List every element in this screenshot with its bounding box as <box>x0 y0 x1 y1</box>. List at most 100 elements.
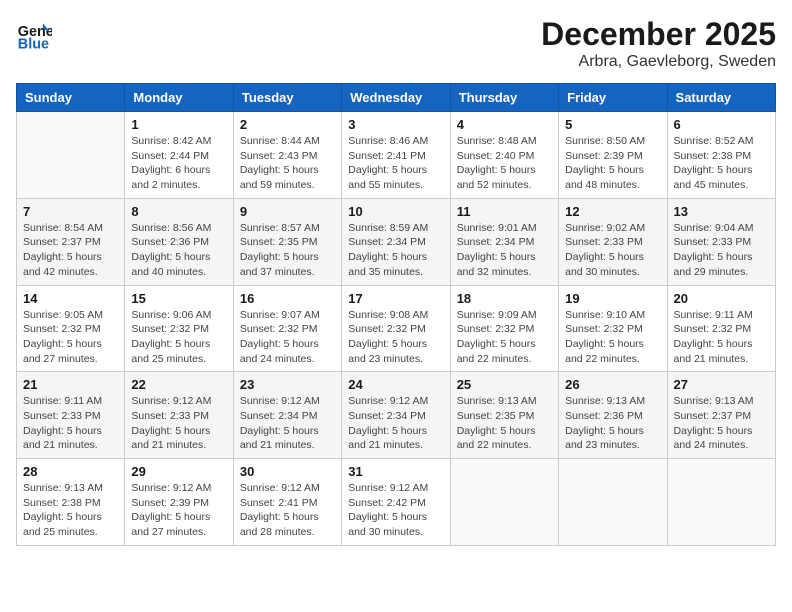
day-detail: Sunrise: 8:57 AMSunset: 2:35 PMDaylight:… <box>240 221 335 280</box>
day-detail: Sunrise: 9:01 AMSunset: 2:34 PMDaylight:… <box>457 221 552 280</box>
day-detail: Sunrise: 9:06 AMSunset: 2:32 PMDaylight:… <box>131 308 226 367</box>
day-number: 1 <box>131 117 226 132</box>
calendar-cell: 12 Sunrise: 9:02 AMSunset: 2:33 PMDayligh… <box>559 198 667 285</box>
calendar-cell: 13 Sunrise: 9:04 AMSunset: 2:33 PMDayligh… <box>667 198 775 285</box>
calendar-cell <box>17 112 125 199</box>
title-area: December 2025 Arbra, Gaevleborg, Sweden <box>541 16 776 71</box>
location-title: Arbra, Gaevleborg, Sweden <box>541 53 776 71</box>
calendar-cell: 19 Sunrise: 9:10 AMSunset: 2:32 PMDayligh… <box>559 285 667 372</box>
day-number: 12 <box>565 204 660 219</box>
calendar-cell: 17 Sunrise: 9:08 AMSunset: 2:32 PMDayligh… <box>342 285 450 372</box>
day-detail: Sunrise: 9:11 AMSunset: 2:32 PMDaylight:… <box>674 308 769 367</box>
calendar-cell: 22 Sunrise: 9:12 AMSunset: 2:33 PMDayligh… <box>125 372 233 459</box>
calendar-cell: 5Sunrise: 8:50 AMSunset: 2:39 PMDaylight… <box>559 112 667 199</box>
calendar-cell: 15Sunrise: 9:06 AMSunset: 2:32 PMDayligh… <box>125 285 233 372</box>
day-number: 26 <box>565 377 660 392</box>
day-detail: Sunrise: 9:10 AMSunset: 2:32 PMDaylight:… <box>565 308 660 367</box>
week-row-2: 7 Sunrise: 8:54 AMSunset: 2:37 PMDaylight… <box>17 198 776 285</box>
day-number: 10 <box>348 204 443 219</box>
calendar-cell: 10 Sunrise: 8:59 AMSunset: 2:34 PMDayligh… <box>342 198 450 285</box>
day-number: 31 <box>348 464 443 479</box>
calendar-cell: 31 Sunrise: 9:12 AMSunset: 2:42 PMDayligh… <box>342 459 450 546</box>
calendar-table: SundayMondayTuesdayWednesdayThursdayFrid… <box>16 83 776 546</box>
day-detail: Sunrise: 9:12 AMSunset: 2:34 PMDaylight:… <box>348 394 443 453</box>
day-number: 4 <box>457 117 552 132</box>
day-detail: Sunrise: 9:11 AMSunset: 2:33 PMDaylight:… <box>23 394 118 453</box>
weekday-header-wednesday: Wednesday <box>342 84 450 112</box>
day-detail: Sunrise: 9:07 AMSunset: 2:32 PMDaylight:… <box>240 308 335 367</box>
day-detail: Sunrise: 9:13 AMSunset: 2:38 PMDaylight:… <box>23 481 118 540</box>
day-number: 13 <box>674 204 769 219</box>
week-row-3: 14Sunrise: 9:05 AMSunset: 2:32 PMDayligh… <box>17 285 776 372</box>
day-number: 7 <box>23 204 118 219</box>
calendar-cell: 24Sunrise: 9:12 AMSunset: 2:34 PMDayligh… <box>342 372 450 459</box>
day-detail: Sunrise: 9:12 AMSunset: 2:41 PMDaylight:… <box>240 481 335 540</box>
day-number: 30 <box>240 464 335 479</box>
day-detail: Sunrise: 8:54 AMSunset: 2:37 PMDaylight:… <box>23 221 118 280</box>
calendar-cell: 25 Sunrise: 9:13 AMSunset: 2:35 PMDayligh… <box>450 372 558 459</box>
weekday-header-thursday: Thursday <box>450 84 558 112</box>
day-number: 9 <box>240 204 335 219</box>
day-number: 3 <box>348 117 443 132</box>
logo-icon: General Blue <box>16 16 52 52</box>
weekday-header-sunday: Sunday <box>17 84 125 112</box>
weekday-header-tuesday: Tuesday <box>233 84 341 112</box>
calendar-cell: 27Sunrise: 9:13 AMSunset: 2:37 PMDayligh… <box>667 372 775 459</box>
calendar-cell <box>667 459 775 546</box>
day-detail: Sunrise: 9:12 AMSunset: 2:39 PMDaylight:… <box>131 481 226 540</box>
day-detail: Sunrise: 8:56 AMSunset: 2:36 PMDaylight:… <box>131 221 226 280</box>
calendar-cell: 7 Sunrise: 8:54 AMSunset: 2:37 PMDaylight… <box>17 198 125 285</box>
day-detail: Sunrise: 9:08 AMSunset: 2:32 PMDaylight:… <box>348 308 443 367</box>
calendar-cell: 26 Sunrise: 9:13 AMSunset: 2:36 PMDayligh… <box>559 372 667 459</box>
day-number: 6 <box>674 117 769 132</box>
day-number: 23 <box>240 377 335 392</box>
calendar-cell: 2 Sunrise: 8:44 AMSunset: 2:43 PMDaylight… <box>233 112 341 199</box>
day-number: 2 <box>240 117 335 132</box>
day-detail: Sunrise: 8:59 AMSunset: 2:34 PMDaylight:… <box>348 221 443 280</box>
calendar-cell: 6 Sunrise: 8:52 AMSunset: 2:38 PMDaylight… <box>667 112 775 199</box>
day-detail: Sunrise: 9:05 AMSunset: 2:32 PMDaylight:… <box>23 308 118 367</box>
calendar-cell: 1 Sunrise: 8:42 AMSunset: 2:44 PMDaylight… <box>125 112 233 199</box>
weekday-header-row: SundayMondayTuesdayWednesdayThursdayFrid… <box>17 84 776 112</box>
day-detail: Sunrise: 9:12 AMSunset: 2:34 PMDaylight:… <box>240 394 335 453</box>
day-number: 19 <box>565 291 660 306</box>
day-number: 11 <box>457 204 552 219</box>
day-number: 5 <box>565 117 660 132</box>
day-number: 20 <box>674 291 769 306</box>
day-detail: Sunrise: 9:12 AMSunset: 2:33 PMDaylight:… <box>131 394 226 453</box>
day-number: 17 <box>348 291 443 306</box>
day-detail: Sunrise: 9:12 AMSunset: 2:42 PMDaylight:… <box>348 481 443 540</box>
day-detail: Sunrise: 8:44 AMSunset: 2:43 PMDaylight:… <box>240 134 335 193</box>
month-title: December 2025 <box>541 16 776 53</box>
calendar-cell: 4Sunrise: 8:48 AMSunset: 2:40 PMDaylight… <box>450 112 558 199</box>
calendar-cell: 28 Sunrise: 9:13 AMSunset: 2:38 PMDayligh… <box>17 459 125 546</box>
calendar-cell: 18Sunrise: 9:09 AMSunset: 2:32 PMDayligh… <box>450 285 558 372</box>
day-detail: Sunrise: 9:04 AMSunset: 2:33 PMDaylight:… <box>674 221 769 280</box>
calendar-cell: 14Sunrise: 9:05 AMSunset: 2:32 PMDayligh… <box>17 285 125 372</box>
weekday-header-monday: Monday <box>125 84 233 112</box>
day-detail: Sunrise: 9:13 AMSunset: 2:36 PMDaylight:… <box>565 394 660 453</box>
calendar-cell: 16 Sunrise: 9:07 AMSunset: 2:32 PMDayligh… <box>233 285 341 372</box>
day-number: 8 <box>131 204 226 219</box>
calendar-cell: 20 Sunrise: 9:11 AMSunset: 2:32 PMDayligh… <box>667 285 775 372</box>
calendar-cell <box>450 459 558 546</box>
calendar-cell: 8 Sunrise: 8:56 AMSunset: 2:36 PMDaylight… <box>125 198 233 285</box>
logo: General Blue <box>16 16 52 52</box>
week-row-4: 21Sunrise: 9:11 AMSunset: 2:33 PMDayligh… <box>17 372 776 459</box>
day-number: 25 <box>457 377 552 392</box>
calendar-cell <box>559 459 667 546</box>
day-detail: Sunrise: 9:02 AMSunset: 2:33 PMDaylight:… <box>565 221 660 280</box>
week-row-1: 1 Sunrise: 8:42 AMSunset: 2:44 PMDaylight… <box>17 112 776 199</box>
day-detail: Sunrise: 8:42 AMSunset: 2:44 PMDaylight:… <box>131 134 226 193</box>
day-number: 22 <box>131 377 226 392</box>
calendar-cell: 11 Sunrise: 9:01 AMSunset: 2:34 PMDayligh… <box>450 198 558 285</box>
calendar-cell: 3Sunrise: 8:46 AMSunset: 2:41 PMDaylight… <box>342 112 450 199</box>
day-number: 28 <box>23 464 118 479</box>
day-number: 18 <box>457 291 552 306</box>
weekday-header-saturday: Saturday <box>667 84 775 112</box>
day-detail: Sunrise: 8:52 AMSunset: 2:38 PMDaylight:… <box>674 134 769 193</box>
day-number: 29 <box>131 464 226 479</box>
day-number: 16 <box>240 291 335 306</box>
day-detail: Sunrise: 9:13 AMSunset: 2:35 PMDaylight:… <box>457 394 552 453</box>
calendar-cell: 30 Sunrise: 9:12 AMSunset: 2:41 PMDayligh… <box>233 459 341 546</box>
